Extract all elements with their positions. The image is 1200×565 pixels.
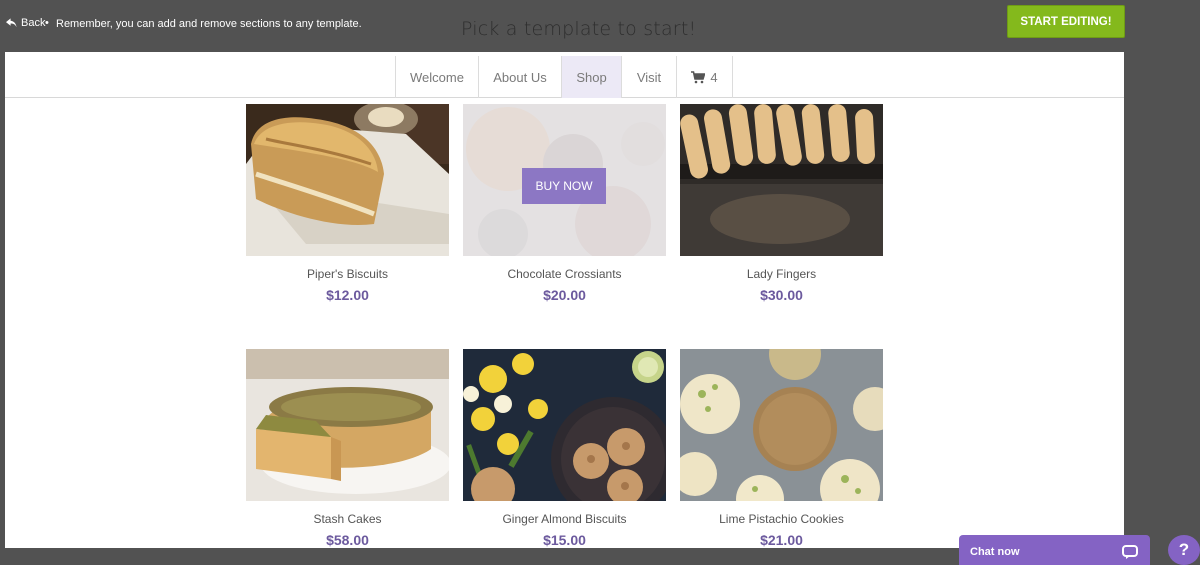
product-image-croissants[interactable]: BUY NOW [463,104,666,256]
product-card[interactable]: Stash Cakes $58.00 [246,349,449,548]
product-image-stash-cakes[interactable] [246,349,449,501]
cart-count: 4 [710,69,718,85]
product-image-lime-pistachio[interactable] [680,349,883,501]
product-price: $15.00 [543,532,586,548]
product-price: $30.00 [760,287,803,303]
buy-now-button[interactable]: BUY NOW [522,168,606,204]
reminder-text: Remember, you can add and remove section… [56,18,362,30]
separator-dot: • [45,17,49,29]
product-price: $12.00 [326,287,369,303]
nav-item-about-us[interactable]: About Us [479,56,562,98]
start-editing-button[interactable]: START EDITING! [1007,5,1125,38]
back-arrow-icon [6,18,17,28]
product-price: $20.00 [543,287,586,303]
nav-item-visit[interactable]: Visit [622,56,677,98]
product-image-bread[interactable] [246,104,449,256]
product-card[interactable]: Ginger Almond Biscuits $15.00 [463,349,666,548]
chat-label: Chat now [970,546,1020,558]
product-card[interactable]: Lime Pistachio Cookies $21.00 [680,349,883,548]
template-preview: Welcome About Us Shop Visit 4 Piper's Bi… [5,52,1124,548]
chat-bubble-icon [1122,545,1138,559]
product-card[interactable]: Lady Fingers $30.00 [680,104,883,303]
cart-icon [691,70,706,83]
top-bar: Back • Remember, you can add and remove … [0,0,1200,52]
help-button[interactable]: ? [1168,535,1200,565]
product-name[interactable]: Piper's Biscuits [246,267,449,281]
product-name[interactable]: Lime Pistachio Cookies [680,512,883,526]
product-card[interactable]: Piper's Biscuits $12.00 [246,104,449,303]
product-name[interactable]: Ginger Almond Biscuits [463,512,666,526]
chat-now-widget[interactable]: Chat now [959,535,1150,565]
nav-item-cart[interactable]: 4 [677,56,733,98]
product-card[interactable]: BUY NOW Chocolate Crossiants $20.00 [463,104,666,303]
product-image-ginger-almond[interactable] [463,349,666,501]
product-price: $58.00 [326,532,369,548]
nav-item-welcome[interactable]: Welcome [396,56,479,98]
product-name[interactable]: Stash Cakes [246,512,449,526]
site-nav: Welcome About Us Shop Visit 4 [5,52,1124,98]
product-name[interactable]: Lady Fingers [680,267,883,281]
product-image-lady-fingers[interactable] [680,104,883,256]
product-price: $21.00 [760,532,803,548]
page-title: Pick a template to start! [461,18,697,40]
back-link[interactable]: Back [6,17,45,29]
nav-item-shop[interactable]: Shop [562,56,622,98]
back-label: Back [21,17,46,29]
product-name[interactable]: Chocolate Crossiants [463,267,666,281]
